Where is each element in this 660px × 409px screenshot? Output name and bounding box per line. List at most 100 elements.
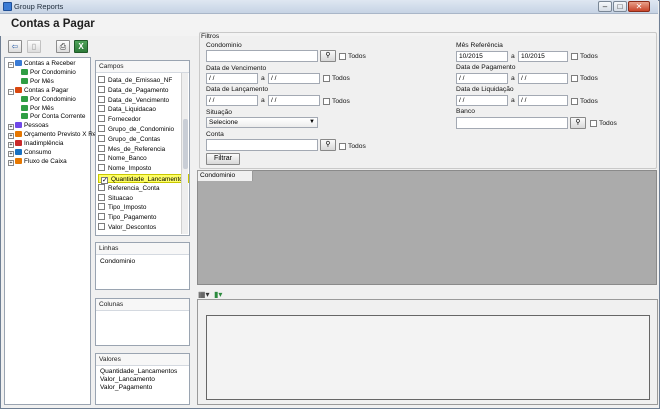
filtrar-button[interactable]: Filtrar (206, 153, 240, 165)
situacao-label: Situação (206, 109, 233, 116)
campo-item[interactable]: Grupo_de_Condominio (98, 125, 174, 134)
campo-item[interactable]: Data_de_Emissao_NF (98, 76, 172, 85)
campo-item[interactable]: Situacao (98, 193, 133, 203)
campo-item[interactable]: Valor_Descontos (98, 223, 156, 232)
campo-item[interactable]: Data_de_Pagamento (98, 85, 168, 95)
pivot-grid-area (197, 170, 657, 285)
colunas-header: Colunas (96, 299, 189, 311)
valores-item[interactable]: Valor_Pagamento (96, 384, 189, 392)
data-pagamento-todos-checkbox[interactable] (571, 75, 578, 82)
tree-node[interactable]: Por Mês (21, 104, 54, 113)
tree-node[interactable]: + Consumo (8, 149, 51, 157)
banco-input[interactable] (456, 117, 568, 129)
tree-node[interactable]: + Fluxo de Caixa (8, 157, 67, 166)
conta-input[interactable] (206, 139, 318, 151)
campo-item[interactable]: Data_Liquidacao (98, 105, 156, 114)
data-vencimento-to[interactable]: / / (268, 73, 320, 84)
data-vencimento-todos-checkbox[interactable] (323, 75, 330, 82)
tree-node[interactable]: − Contas a Receber (8, 60, 76, 68)
campo-checkbox[interactable] (98, 76, 105, 83)
minimize-button[interactable]: – (598, 1, 612, 12)
campos-scroll-thumb[interactable] (183, 119, 188, 169)
tree-node[interactable]: − Contas a Pagar (8, 86, 68, 95)
campo-item[interactable]: Data_de_Vencimento (98, 95, 169, 105)
campos-scrollbar[interactable] (181, 73, 188, 234)
tree-expander-icon[interactable]: + (8, 133, 14, 140)
toolbar-back-button[interactable]: ⇦ (8, 40, 22, 53)
data-vencimento-from[interactable]: / / (206, 73, 258, 84)
tree-expander-icon[interactable]: − (8, 88, 14, 95)
campo-checkbox[interactable] (98, 125, 105, 132)
tree-node[interactable]: Por Condominio (21, 68, 76, 77)
campo-item[interactable]: Tipo_Pagamento (98, 213, 156, 222)
tree-node[interactable]: Por Mês (21, 77, 54, 86)
campo-checkbox[interactable] (98, 164, 105, 172)
campo-item[interactable]: Mes_de_Referencia (98, 144, 165, 154)
conta-search-button[interactable]: ⚲ (320, 139, 336, 151)
data-pagamento-to[interactable]: / / (518, 73, 568, 84)
grid-row-field-condominio[interactable]: Condominio (197, 170, 253, 181)
chart-type-icon[interactable]: ▮▾ (214, 290, 222, 299)
data-vencimento-todos-label: Todos (332, 75, 350, 82)
tree-node[interactable]: Por Condominio (21, 95, 76, 104)
campo-item[interactable]: Nome_Banco (98, 154, 147, 163)
toolbar-print-button[interactable]: ⎙ (56, 40, 70, 53)
tree-node-label: Consumo (24, 149, 52, 156)
toolbar-delete-button[interactable]: ▯ (27, 40, 41, 53)
tree-node-label: Fluxo de Caixa (24, 157, 67, 165)
campo-item[interactable]: Referencia_Conta (98, 183, 160, 193)
tree-expander-icon[interactable]: + (8, 159, 14, 166)
campo-checkbox[interactable] (98, 134, 105, 142)
report-icon (21, 77, 28, 84)
campo-checkbox[interactable] (98, 144, 105, 152)
tree-expander-icon[interactable]: + (8, 151, 14, 157)
tree-node[interactable]: + Orçamento Previsto X Re (8, 131, 96, 140)
tree-node[interactable]: + Pessoas (8, 122, 49, 131)
mes-referencia-todos-checkbox[interactable] (571, 53, 578, 60)
campo-checkbox[interactable] (98, 203, 105, 211)
campo-checkbox[interactable] (98, 105, 105, 113)
campo-checkbox[interactable] (98, 213, 105, 221)
valores-item[interactable]: Quantidade_Lancamentos (96, 368, 189, 376)
campo-item[interactable]: Tipo_Imposto (98, 203, 146, 212)
campo-item[interactable]: Grupo_de_Contas (98, 134, 160, 144)
campo-checkbox[interactable] (98, 154, 105, 162)
situacao-select[interactable]: Selecione ▼ (206, 117, 318, 128)
linhas-item[interactable]: Condominio (96, 258, 189, 266)
banco-search-button[interactable]: ⚲ (570, 117, 586, 129)
close-button[interactable]: ✕ (628, 1, 650, 12)
condominio-todos-checkbox[interactable] (339, 53, 346, 60)
campo-item[interactable]: Nome_Imposto (98, 164, 151, 173)
tree-expander-icon[interactable]: + (8, 142, 14, 149)
data-lancamento-to[interactable]: / / (268, 95, 320, 106)
condominio-search-button[interactable]: ⚲ (320, 50, 336, 62)
data-lancamento-todos-checkbox[interactable] (323, 98, 330, 105)
condominio-input[interactable] (206, 50, 318, 62)
data-lancamento-from[interactable]: / / (206, 95, 258, 106)
data-liquidacao-todos-checkbox[interactable] (571, 98, 578, 105)
valores-item[interactable]: Valor_Lancamento (96, 376, 189, 384)
campo-checkbox[interactable] (98, 85, 105, 93)
campo-checkbox[interactable] (98, 193, 105, 201)
data-pagamento-from[interactable]: / / (456, 73, 508, 84)
campo-checkbox[interactable] (98, 223, 105, 230)
grid-view-icon[interactable]: ▦▾ (198, 290, 210, 299)
tree-node[interactable]: Por Conta Corrente (21, 113, 85, 121)
tree-expander-icon[interactable]: + (8, 124, 14, 131)
mes-referencia-to[interactable]: 10/2015 (518, 51, 568, 62)
maximize-button[interactable]: □ (613, 1, 627, 12)
mes-referencia-from[interactable]: 10/2015 (456, 51, 508, 62)
tree-expander-icon[interactable]: − (8, 62, 14, 68)
tree-node[interactable]: + Inadimplência (8, 140, 63, 149)
campo-item[interactable]: ✓ Quantidade_Lancamentos (98, 174, 189, 184)
conta-todos-checkbox[interactable] (339, 143, 346, 150)
campo-checkbox[interactable] (98, 183, 105, 191)
conta-label: Conta (206, 131, 224, 138)
toolbar-excel-button[interactable]: X (74, 40, 88, 53)
campo-checkbox[interactable] (98, 95, 105, 103)
data-liquidacao-from[interactable]: / / (456, 95, 508, 106)
banco-todos-checkbox[interactable] (590, 120, 597, 127)
data-liquidacao-to[interactable]: / / (518, 95, 568, 106)
campo-checkbox[interactable] (98, 115, 105, 123)
campo-item[interactable]: Fornecedor (98, 115, 141, 124)
